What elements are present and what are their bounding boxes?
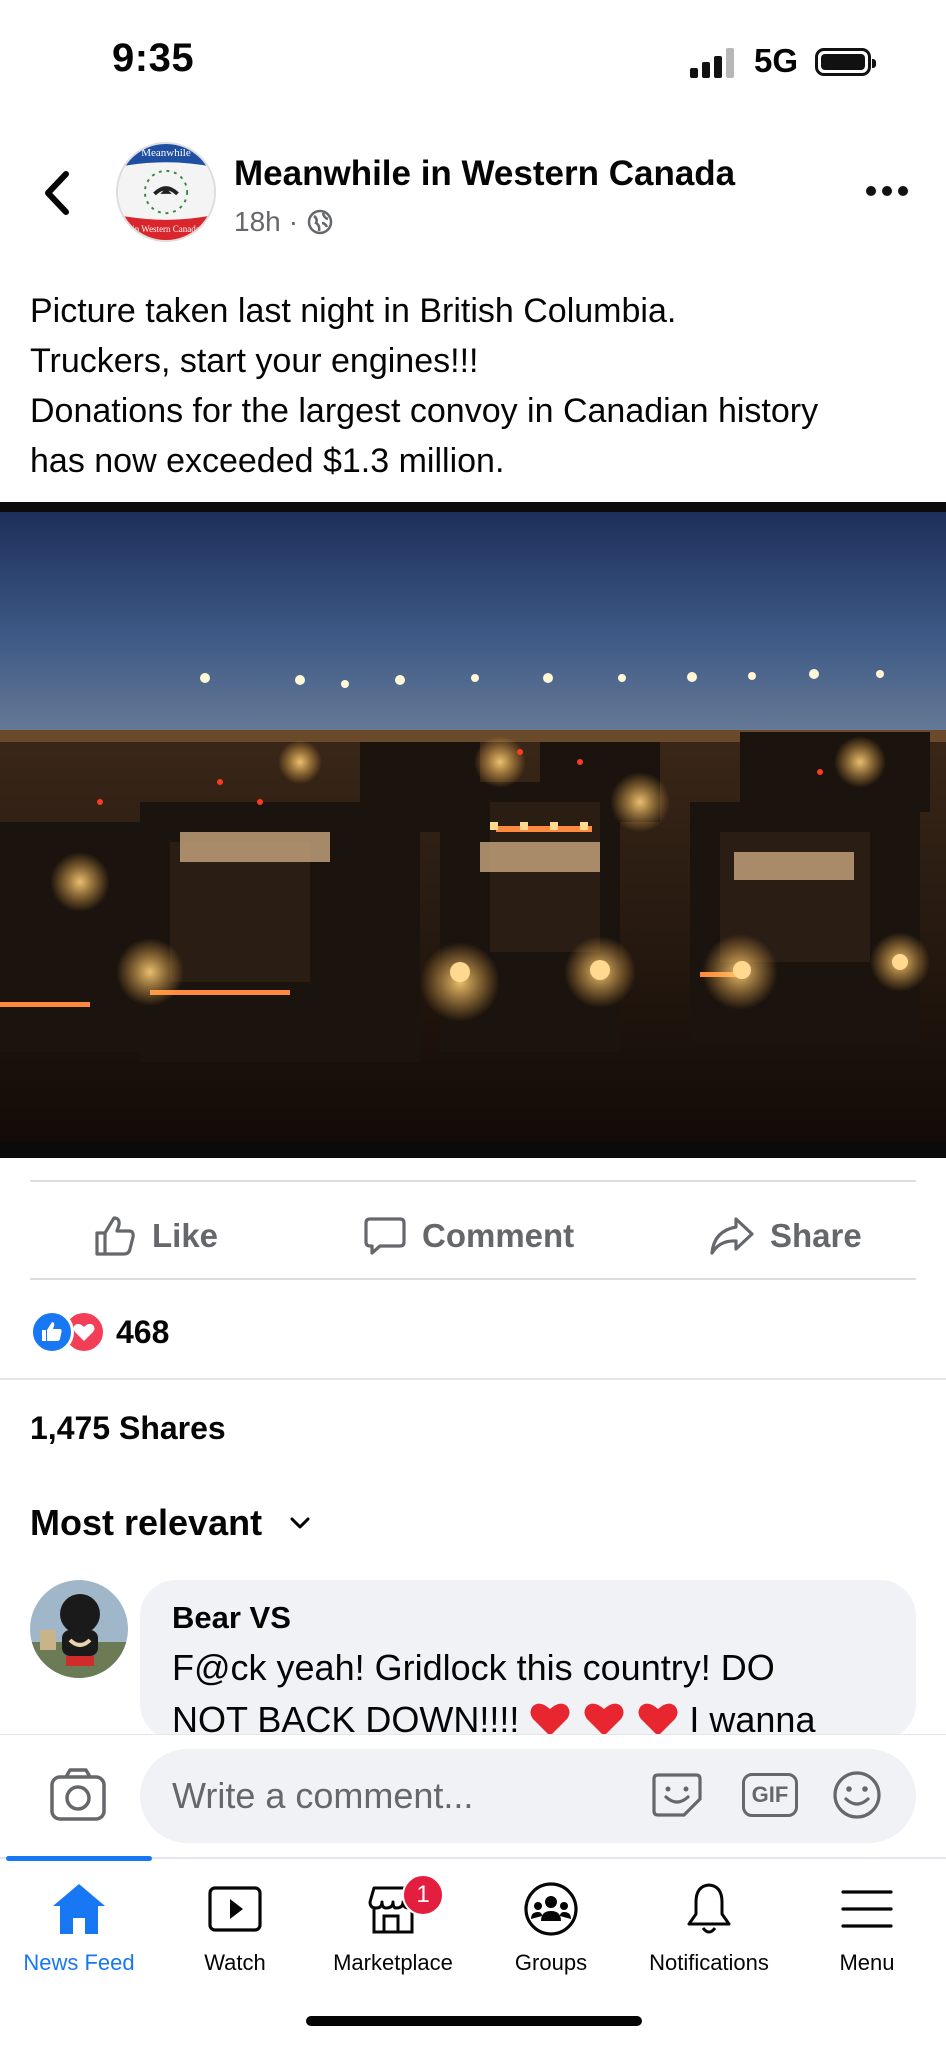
post-age: 18h <box>234 206 281 237</box>
nav-menu[interactable]: Menu <box>788 1880 946 1980</box>
nav-label: Watch <box>204 1950 266 1975</box>
post-text-line: Picture taken last night in British Colu… <box>30 292 677 330</box>
status-time: 9:35 <box>112 36 195 80</box>
camera-icon[interactable] <box>48 1765 108 1825</box>
post-text-line: Truckers, start your engines!!! <box>30 342 479 380</box>
nav-label: Menu <box>839 1950 895 1975</box>
back-arrow-icon[interactable] <box>38 166 78 220</box>
comment-label: Comment <box>422 1217 575 1254</box>
groups-icon <box>524 1882 578 1936</box>
bell-icon <box>687 1883 731 1934</box>
nav-news-feed[interactable]: News Feed <box>0 1880 158 1980</box>
page-avatar[interactable]: Meanwhile in Western Canada <box>116 142 216 242</box>
commenter-avatar[interactable] <box>30 1580 128 1678</box>
emoji-icon[interactable] <box>830 1769 884 1821</box>
comment-sort-label: Most relevant <box>30 1502 263 1543</box>
like-button[interactable]: Like <box>92 1210 218 1262</box>
watch-icon <box>208 1886 262 1932</box>
divider <box>30 1278 916 1280</box>
like-icon <box>95 1216 135 1256</box>
avatar-logo-text-bottom: in Western Canada <box>132 224 200 234</box>
divider <box>30 1180 916 1182</box>
home-icon <box>53 1884 105 1934</box>
chevron-down-icon <box>290 1517 310 1529</box>
nav-label: Groups <box>514 1950 588 1975</box>
nav-label: News Feed <box>23 1950 135 1975</box>
like-label: Like <box>152 1217 219 1254</box>
nav-notifications[interactable]: Notifications <box>630 1880 788 1980</box>
globe-icon <box>307 209 333 235</box>
avatar-logo-text-top: Meanwhile <box>141 147 191 159</box>
signal-strength-icon <box>690 48 738 78</box>
sticker-icon[interactable] <box>650 1769 704 1821</box>
battery-icon <box>815 48 876 76</box>
meta-separator: · <box>288 206 299 237</box>
comment-icon <box>364 1217 406 1255</box>
share-button[interactable]: Share <box>708 1210 862 1262</box>
reaction-summary[interactable]: 468 <box>30 1310 169 1354</box>
comment-bubble[interactable]: Bear VS F@ck yeah! Gridlock this country… <box>140 1580 916 1740</box>
divider <box>0 1378 946 1380</box>
share-label: Share <box>770 1217 862 1254</box>
post-text: Picture taken last night in British Colu… <box>30 286 910 486</box>
post-meta: 18h · <box>234 206 334 238</box>
network-type: 5G <box>754 42 799 79</box>
comment-text: F@ck yeah! Gridlock this country! DO NOT… <box>172 1642 902 1740</box>
gif-button[interactable]: GIF <box>742 1773 798 1817</box>
nav-watch[interactable]: Watch <box>156 1880 314 1980</box>
post-text-line: Donations for the largest convoy in Cana… <box>30 392 819 430</box>
comment-composer: Write a comment... GIF <box>0 1734 946 1857</box>
share-count[interactable]: 1,475 Shares <box>30 1410 226 1447</box>
nav-label: Notifications <box>649 1950 769 1975</box>
comment-sort-dropdown[interactable]: Most relevant <box>30 1502 312 1544</box>
post-photo[interactable] <box>0 502 946 1158</box>
comment-input[interactable]: Write a comment... GIF <box>140 1749 916 1843</box>
nav-active-indicator <box>6 1856 152 1861</box>
marketplace-badge: 1 <box>402 1874 444 1916</box>
home-indicator <box>306 2016 642 2026</box>
share-icon <box>710 1217 754 1255</box>
post-text-line: has now exceeded $1.3 million. <box>30 442 505 480</box>
nav-groups[interactable]: Groups <box>472 1880 630 1980</box>
comment-placeholder: Write a comment... <box>172 1775 474 1816</box>
more-options-icon[interactable] <box>866 186 908 196</box>
nav-label: Marketplace <box>333 1950 453 1975</box>
comment-button[interactable]: Comment <box>362 1210 574 1262</box>
menu-icon <box>841 1890 893 1928</box>
comment-author[interactable]: Bear VS <box>172 1600 291 1636</box>
like-reaction-icon <box>30 1310 74 1354</box>
page-name[interactable]: Meanwhile in Western Canada <box>234 154 735 194</box>
comment-text-line: F@ck yeah! Gridlock this country! DO <box>172 1647 775 1688</box>
reaction-count: 468 <box>116 1313 170 1350</box>
nav-marketplace[interactable]: 1 Marketplace <box>314 1874 472 1980</box>
